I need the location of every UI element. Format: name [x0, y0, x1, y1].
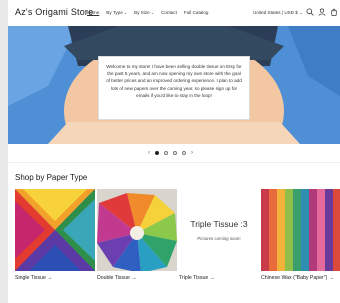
page: Az's Origami Store Home By Type⌄ By Size…	[8, 0, 340, 303]
slide-dot-4[interactable]	[182, 151, 186, 155]
collection-card-single-tissue[interactable]	[15, 189, 95, 271]
nav-home[interactable]: Home	[87, 10, 99, 15]
store-logo[interactable]: Az's Origami Store	[15, 7, 93, 17]
slide-dot-3[interactable]	[173, 151, 177, 155]
search-icon[interactable]	[306, 8, 314, 16]
triple-tissue-placeholder-subtitle: Pictures coming soon!	[197, 236, 241, 241]
double-tissue-image	[97, 189, 177, 271]
chevron-down-icon: ⌄	[123, 10, 128, 15]
collection-card-triple-tissue[interactable]: Triple Tissue :3 Pictures coming soon!	[179, 189, 259, 271]
nav-full-catalog[interactable]: Full Catalog	[184, 10, 209, 15]
nav-by-size[interactable]: By Size⌄	[134, 10, 154, 15]
cart-icon[interactable]	[330, 8, 338, 16]
collection-label-single-tissue[interactable]: Single Tissue →	[15, 275, 52, 281]
collection-label-chinese-wax[interactable]: Chinese Wax ("Baby Paper") →	[261, 275, 334, 281]
chinese-wax-image	[261, 189, 340, 271]
hero-banner: Welcome to my store! I have been selling…	[8, 26, 340, 144]
collection-label-double-tissue[interactable]: Double Tissue →	[97, 275, 137, 281]
header-icons	[306, 8, 338, 16]
collection-card-chinese-wax[interactable]	[261, 189, 340, 271]
site-header: Az's Origami Store Home By Type⌄ By Size…	[8, 0, 340, 26]
slideshow-controls: ‹ ›	[148, 150, 193, 156]
hero-message: Welcome to my store! I have been selling…	[106, 64, 242, 98]
next-slide-button[interactable]: ›	[191, 150, 193, 156]
slide-dot-1[interactable]	[155, 151, 159, 155]
account-icon[interactable]	[318, 8, 326, 16]
collection-card-double-tissue[interactable]	[97, 189, 177, 271]
triple-tissue-placeholder-title: Triple Tissue :3	[190, 219, 248, 229]
nav-by-type[interactable]: By Type⌄	[106, 10, 127, 15]
collection-label-triple-tissue[interactable]: Triple Tissue →	[179, 275, 215, 281]
previous-slide-button[interactable]: ‹	[148, 150, 150, 156]
single-tissue-image	[15, 189, 95, 271]
slide-dot-2[interactable]	[164, 151, 168, 155]
main-nav: Home By Type⌄ By Size⌄ Contact Full Cata…	[87, 10, 208, 15]
section-divider	[8, 162, 340, 163]
chevron-down-icon: ⌄	[150, 10, 155, 15]
hero-message-box: Welcome to my store! I have been selling…	[98, 56, 250, 120]
nav-contact[interactable]: Contact	[161, 10, 177, 15]
currency-selector[interactable]: United States | USD $ ⌄	[253, 10, 303, 16]
section-title: Shop by Paper Type	[15, 173, 88, 182]
